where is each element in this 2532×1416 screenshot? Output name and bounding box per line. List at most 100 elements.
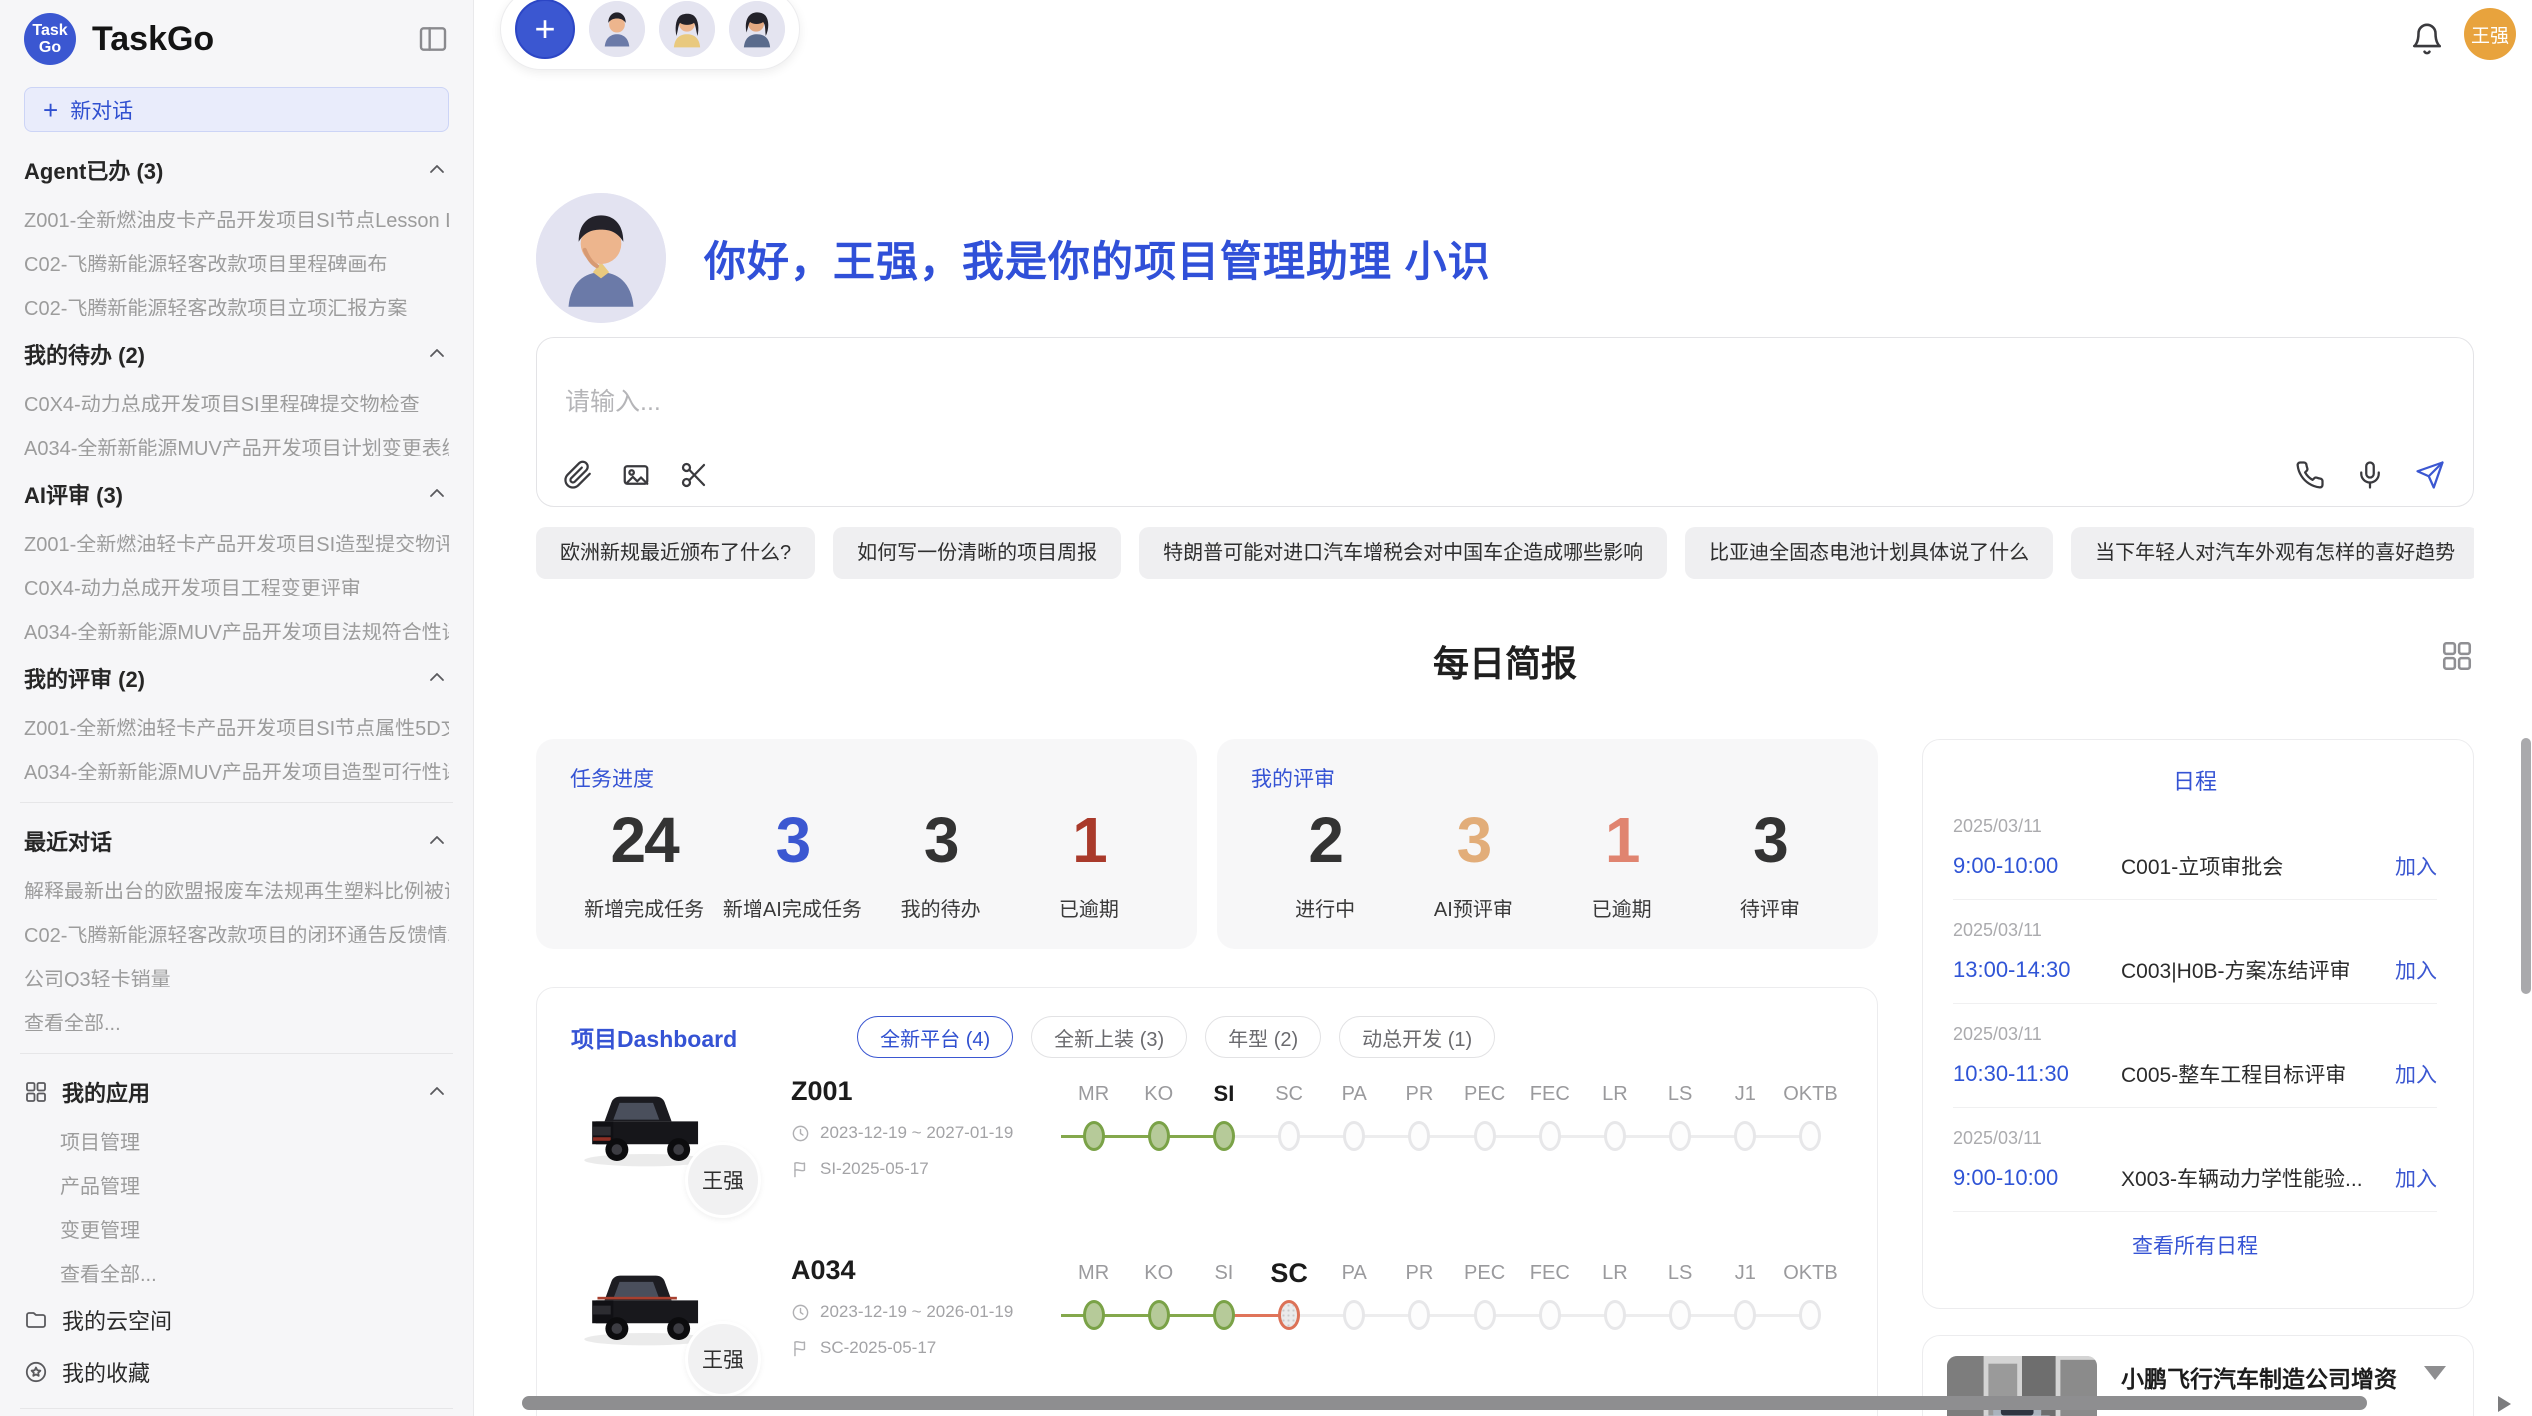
app-item-product-mgmt[interactable]: 产品管理: [60, 1170, 449, 1194]
milestone-dot: [1799, 1300, 1821, 1330]
stat: 24 新增完成任务: [570, 803, 718, 922]
suggestion-chip[interactable]: 如何写一份清晰的项目周报: [833, 527, 1121, 579]
chat-item[interactable]: 公司Q3轻卡销量: [24, 963, 449, 987]
microphone-icon[interactable]: [2355, 460, 2385, 490]
my-apps-header[interactable]: 我的应用: [24, 1078, 449, 1106]
schedule-card: 日程 2025/03/11 9:00-10:00 C001-立项审批会 加入 2…: [1922, 739, 2474, 1309]
user-avatar[interactable]: 王强: [2464, 8, 2516, 60]
project-info: Z001 2023-12-19 ~ 2027-01-19 SI-2025-05-…: [791, 1072, 1041, 1179]
app-item-change-mgmt[interactable]: 变更管理: [60, 1214, 449, 1238]
divider: [20, 1053, 453, 1054]
phone-icon[interactable]: [2295, 460, 2325, 490]
task-item[interactable]: C0X4-动力总成开发项目SI里程碑提交物检查: [24, 388, 449, 412]
chevron-up-icon: [425, 666, 449, 690]
milestone-dot: [1278, 1121, 1300, 1151]
avatar[interactable]: [659, 1, 715, 57]
join-button[interactable]: 加入: [2395, 851, 2437, 881]
milestone-dot: [1669, 1300, 1691, 1330]
view-all-apps[interactable]: 查看全部...: [60, 1258, 449, 1282]
stat: 3 待评审: [1696, 803, 1844, 922]
milestone-dot: [1343, 1121, 1365, 1151]
horizontal-scrollbar[interactable]: [522, 1396, 2367, 1410]
layout-grid-icon[interactable]: [2440, 639, 2474, 673]
divider: [20, 1408, 453, 1409]
scroll-right-arrow-icon[interactable]: [2498, 1396, 2511, 1412]
flag-icon: [791, 1339, 810, 1358]
notification-bell-icon[interactable]: [2410, 22, 2444, 56]
project-code: A034: [791, 1255, 1041, 1286]
join-button[interactable]: 加入: [2395, 955, 2437, 985]
section-header-recent-chats[interactable]: 最近对话: [24, 827, 449, 855]
sidebar-item-favorites[interactable]: 我的收藏: [24, 1358, 449, 1386]
scissors-icon[interactable]: [679, 460, 709, 490]
chevron-up-icon: [425, 829, 449, 853]
task-item[interactable]: Z001-全新燃油轻卡产品开发项目SI节点属性5D文件评审: [24, 712, 449, 736]
sidebar-collapse-icon[interactable]: [417, 23, 449, 55]
my-review-card: 我的评审 2 进行中 3 AI预评审 1: [1217, 739, 1878, 949]
filter-new-platform[interactable]: 全新平台 (4): [857, 1016, 1013, 1058]
plus-icon: +: [43, 100, 58, 120]
project-row[interactable]: 王强 Z001 2023-12-19 ~ 2027-01-19 SI-2025-…: [571, 1072, 1843, 1237]
join-button[interactable]: 加入: [2395, 1163, 2437, 1193]
avatar[interactable]: [729, 1, 785, 57]
stat: 2 进行中: [1251, 803, 1399, 922]
section-recent-chats: 最近对话 解释最新出台的欧盟报废车法规再生塑料比例被调至15%... C02-飞…: [24, 827, 449, 1031]
filter-model-year[interactable]: 年型 (2): [1205, 1016, 1321, 1058]
project-image: 王强: [571, 1253, 721, 1353]
chat-input-card: [536, 337, 2474, 507]
stats-row: 任务进度 24 新增完成任务 3 新增AI完成任务 3: [536, 739, 1878, 949]
paperclip-icon[interactable]: [563, 460, 593, 490]
new-chat-button[interactable]: + 新对话: [24, 87, 449, 132]
task-item[interactable]: C02-飞腾新能源轻客改款项目里程碑画布: [24, 248, 449, 272]
chevron-up-icon: [425, 158, 449, 182]
task-item[interactable]: Z001-全新燃油皮卡产品开发项目SI节点Lesson Learn报告: [24, 204, 449, 228]
project-image: 王强: [571, 1074, 721, 1174]
app-item-project-mgmt[interactable]: 项目管理: [60, 1126, 449, 1150]
new-session-button[interactable]: +: [515, 0, 575, 59]
vertical-scrollbar[interactable]: [2521, 738, 2531, 994]
stat: 3 AI预评审: [1399, 803, 1547, 922]
dashboard-title: 项目Dashboard: [571, 1020, 737, 1054]
section-header-ai-review[interactable]: AI评审 (3): [24, 480, 449, 508]
chat-item[interactable]: 解释最新出台的欧盟报废车法规再生塑料比例被调至15%...: [24, 875, 449, 899]
send-icon[interactable]: [2415, 460, 2445, 490]
suggestion-chip[interactable]: 比亚迪全固态电池计划具体说了什么: [1685, 527, 2053, 579]
section-header-my-todo[interactable]: 我的待办 (2): [24, 340, 449, 368]
milestone-dot: [1213, 1300, 1235, 1330]
assistant-avatar: [536, 193, 666, 323]
task-item[interactable]: A034-全新新能源MUV产品开发项目计划变更表编写: [24, 432, 449, 456]
task-item[interactable]: C0X4-动力总成开发项目工程变更评审: [24, 572, 449, 596]
filter-powertrain[interactable]: 动总开发 (1): [1339, 1016, 1495, 1058]
project-owner-badge: 王强: [685, 1321, 761, 1397]
suggestion-chip[interactable]: 特朗普可能对进口汽车增税会对中国车企造成哪些影响: [1139, 527, 1667, 579]
task-item[interactable]: Z001-全新燃油轻卡产品开发项目SI造型提交物评审: [24, 528, 449, 552]
section-header-my-review[interactable]: 我的评审 (2): [24, 664, 449, 692]
divider: [20, 802, 453, 803]
sidebar-item-cloud-space[interactable]: 我的云空间: [24, 1306, 449, 1334]
filter-new-body[interactable]: 全新上装 (3): [1031, 1016, 1187, 1058]
image-icon[interactable]: [621, 460, 651, 490]
apps-grid-icon: [24, 1080, 48, 1104]
task-item[interactable]: C02-飞腾新能源轻客改款项目立项汇报方案: [24, 292, 449, 316]
flag-icon: [791, 1160, 810, 1179]
milestone-dot: [1734, 1121, 1756, 1151]
task-item[interactable]: A034-全新新能源MUV产品开发项目法规符合性评审: [24, 616, 449, 640]
daily-briefing-header: 每日简报: [536, 635, 2474, 687]
suggestion-chip[interactable]: 欧洲新规最近颁布了什么?: [536, 527, 815, 579]
milestone-dot: [1083, 1121, 1105, 1151]
milestone-timeline: MR KO SI SC PA PR PEC FEC LR LS J1 OKTB: [1061, 1072, 1843, 1158]
chevron-up-icon: [425, 482, 449, 506]
join-button[interactable]: 加入: [2395, 1059, 2437, 1089]
project-row[interactable]: 王强 A034 2023-12-19 ~ 2026-01-19 SC-2025-…: [571, 1251, 1843, 1416]
chat-input[interactable]: [537, 338, 2473, 448]
task-item[interactable]: A034-全新新能源MUV产品开发项目造型可行性评审: [24, 756, 449, 780]
section-header-agent-done[interactable]: Agent已办 (3): [24, 156, 449, 184]
suggestion-chip[interactable]: 当下年轻人对汽车外观有怎样的喜好趋势: [2071, 527, 2474, 579]
avatar[interactable]: [589, 1, 645, 57]
view-all-chats[interactable]: 查看全部...: [24, 1007, 449, 1031]
stat: 3 我的待办: [867, 803, 1015, 922]
scroll-down-arrow-icon[interactable]: [2424, 1366, 2446, 1380]
view-all-schedule[interactable]: 查看所有日程: [1953, 1230, 2437, 1260]
milestone-dot: [1734, 1300, 1756, 1330]
chat-item[interactable]: C02-飞腾新能源轻客改款项目的闭环通告反馈情况: [24, 919, 449, 943]
